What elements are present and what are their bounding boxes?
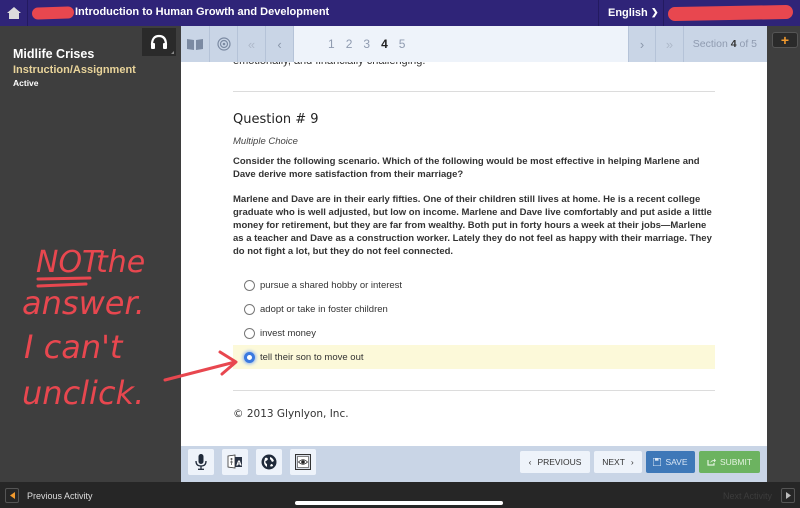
choice-label: tell their son to move out <box>260 351 364 363</box>
choice-option-selected[interactable]: tell their son to move out <box>233 345 715 369</box>
section-toolbar: « ‹ 1 2 3 4 5 › » Section 4 of 5 <box>181 26 767 62</box>
choice-option[interactable]: pursue a shared hobby or interest <box>233 273 715 297</box>
question-scenario: Marlene and Dave are in their early fift… <box>233 194 712 257</box>
radio-button-selected[interactable] <box>244 351 255 363</box>
previous-label: PREVIOUS <box>537 457 582 467</box>
choice-label: adopt or take in foster children <box>260 303 388 315</box>
share-icon <box>707 458 716 466</box>
home-indicator <box>295 501 503 505</box>
page-3[interactable]: 3 <box>363 37 370 51</box>
redacted-name <box>31 6 75 20</box>
chevron-left-icon: ‹ <box>277 36 282 52</box>
next-activity-button[interactable] <box>781 488 795 503</box>
question-title: Question # 9 <box>233 112 319 127</box>
divider <box>233 91 715 92</box>
home-button[interactable] <box>0 0 28 26</box>
section-prefix: Section <box>692 38 731 50</box>
divider <box>233 390 715 391</box>
choice-label: pursue a shared hobby or interest <box>260 279 403 291</box>
next-label: NEXT <box>602 457 625 467</box>
page-2[interactable]: 2 <box>346 37 353 51</box>
redacted-user <box>667 4 794 22</box>
target-button[interactable] <box>210 26 238 62</box>
previous-text-fragment: emotionally, and financially challenging… <box>233 62 425 67</box>
activity-status: Active <box>13 78 39 88</box>
audio-button[interactable] <box>142 28 176 56</box>
globe-button[interactable] <box>256 449 282 475</box>
double-chevron-left-icon: « <box>247 36 256 52</box>
right-panel: + <box>767 26 800 482</box>
chevron-right-icon: › <box>639 36 645 52</box>
glossary-button[interactable] <box>181 26 210 62</box>
save-label: SAVE <box>665 457 688 467</box>
page-5[interactable]: 5 <box>399 37 406 51</box>
add-button[interactable]: + <box>772 32 798 48</box>
visibility-button[interactable] <box>290 449 316 475</box>
next-activity-link[interactable]: Next Activity <box>723 491 772 501</box>
bottom-toolbar: A ‹ PREVIOUS NEXT › SAVE SUBMIT <box>181 446 767 482</box>
course-title: Introduction to Human Growth and Develop… <box>75 6 330 18</box>
top-bar: Introduction to Human Growth and Develop… <box>0 0 800 26</box>
previous-activity-button[interactable] <box>5 488 19 503</box>
choice-label: invest money <box>260 327 316 339</box>
activity-title: Midlife Crises <box>13 47 95 61</box>
content-area[interactable]: emotionally, and financially challenging… <box>181 62 767 446</box>
eye-icon <box>295 454 311 470</box>
microphone-icon <box>195 454 207 470</box>
activity-panel: Midlife Crises Instruction/Assignment Ac… <box>0 26 181 482</box>
chevron-left-icon: ‹ <box>528 457 532 467</box>
radio-button[interactable] <box>244 279 255 291</box>
question-type: Multiple Choice <box>233 136 298 147</box>
last-page-button[interactable]: » <box>656 26 684 62</box>
headphones-icon <box>150 34 168 49</box>
previous-button[interactable]: ‹ PREVIOUS <box>520 451 590 473</box>
next-page-button[interactable]: › <box>628 26 656 62</box>
globe-icon <box>261 454 277 470</box>
page-4[interactable]: 4 <box>381 37 388 51</box>
caret-right-icon <box>785 492 791 499</box>
section-suffix: of 5 <box>736 38 757 50</box>
question-prompt: Consider the following scenario. Which o… <box>233 156 700 180</box>
record-button[interactable] <box>188 449 214 475</box>
caret-left-icon <box>9 492 15 499</box>
language-label: English <box>608 7 648 19</box>
section-indicator: Section 4 of 5 <box>693 38 757 50</box>
chevron-right-icon: › <box>630 457 634 467</box>
first-page-button[interactable]: « <box>238 26 266 62</box>
submit-button[interactable]: SUBMIT <box>699 451 760 473</box>
activity-footer: Previous Activity Next Activity <box>0 482 800 508</box>
submit-label: SUBMIT <box>719 457 753 467</box>
plus-icon: + <box>780 32 790 48</box>
chevron-down-icon[interactable]: ❯ <box>651 7 659 18</box>
page-selector: 1 2 3 4 5 <box>294 26 628 62</box>
previous-activity-link[interactable]: Previous Activity <box>27 491 93 501</box>
floppy-disk-icon <box>653 458 662 466</box>
svg-text:A: A <box>236 460 242 468</box>
activity-type: Instruction/Assignment <box>13 64 136 76</box>
target-icon <box>216 37 231 51</box>
save-button[interactable]: SAVE <box>646 451 695 473</box>
double-chevron-right-icon: » <box>665 36 674 52</box>
radio-button[interactable] <box>244 327 255 339</box>
copyright: © 2013 Glynlyon, Inc. <box>233 408 349 420</box>
home-icon <box>6 7 21 19</box>
translate-icon: A <box>227 454 242 469</box>
previous-page-button[interactable]: ‹ <box>266 26 294 62</box>
book-icon <box>187 39 203 50</box>
choice-option[interactable]: invest money <box>233 321 715 345</box>
translate-button[interactable]: A <box>222 449 248 475</box>
page-1[interactable]: 1 <box>328 37 335 51</box>
radio-button[interactable] <box>244 303 255 315</box>
next-button[interactable]: NEXT › <box>594 451 642 473</box>
choice-option[interactable]: adopt or take in foster children <box>233 297 715 321</box>
